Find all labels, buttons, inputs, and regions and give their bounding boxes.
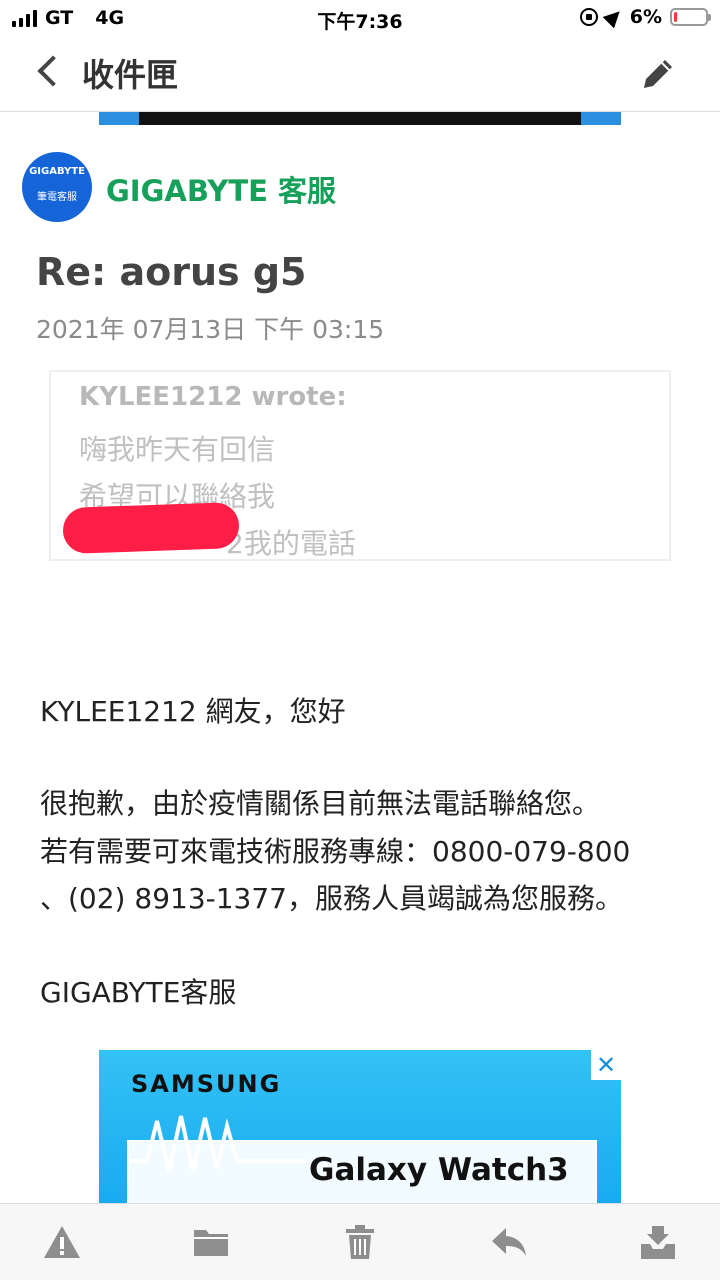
- redaction-mark: [62, 501, 240, 555]
- status-bar: GT 4G 下午7:36 6%: [0, 0, 720, 36]
- body-line: 很抱歉，由於疫情關係目前無法電話聯絡您。: [40, 787, 601, 820]
- battery-level: [674, 12, 677, 22]
- quote-line: 嗨我昨天有回信: [79, 433, 276, 466]
- body-line: 若有需要可來電技術服務專線：0800-079-800: [40, 835, 631, 868]
- quote-header: KYLEE1212 wrote:: [79, 382, 347, 412]
- wave-icon: [127, 1115, 307, 1172]
- signature: GIGABYTE客服: [40, 976, 237, 1009]
- nav-bar: 收件匣: [0, 36, 720, 112]
- compose-button[interactable]: [638, 54, 678, 94]
- status-right: 6%: [579, 5, 711, 29]
- move-button[interactable]: [191, 1222, 231, 1262]
- top-ad-strip[interactable]: [99, 112, 621, 125]
- back-button[interactable]: [30, 54, 70, 94]
- avatar-line1: GIGABYTE: [29, 166, 85, 177]
- ad-product: Galaxy Watch3: [309, 1152, 569, 1188]
- reply-button[interactable]: [489, 1222, 529, 1262]
- battery-percent: 6%: [629, 6, 662, 28]
- ad-banner[interactable]: SAMSUNG ✕ Galaxy Watch3: [99, 1050, 621, 1210]
- delete-button[interactable]: [340, 1222, 380, 1262]
- rotation-lock-icon: [579, 8, 598, 26]
- avatar: GIGABYTE 筆電客服: [22, 152, 92, 222]
- bottom-toolbar: [0, 1203, 720, 1280]
- archive-button[interactable]: [638, 1222, 678, 1262]
- nav-title: 收件匣: [82, 56, 179, 94]
- folder-icon: [194, 1230, 228, 1256]
- ad-close-button[interactable]: ✕: [591, 1050, 621, 1080]
- spam-button[interactable]: [42, 1222, 82, 1262]
- location-arrow-icon: [602, 5, 626, 29]
- greeting: KYLEE1212 網友，您好: [40, 695, 346, 728]
- chevron-left-icon: [37, 55, 69, 87]
- email-subject: Re: aorus g5: [36, 250, 307, 294]
- avatar-line2: 筆電客服: [37, 192, 77, 203]
- reply-icon: [492, 1228, 526, 1256]
- body-line: 、(02) 8913-1377，服務人員竭誠為您服務。: [40, 882, 623, 915]
- warning-icon: [44, 1226, 80, 1258]
- sender-name[interactable]: GIGABYTE 客服: [106, 168, 336, 210]
- ad-brand: SAMSUNG: [131, 1070, 282, 1098]
- inbox-icon: [641, 1226, 675, 1259]
- trash-icon: [346, 1225, 374, 1259]
- email-date: 2021年 07月13日 下午 03:15: [36, 315, 385, 344]
- pencil-icon: [644, 60, 672, 88]
- battery-icon: [670, 8, 711, 26]
